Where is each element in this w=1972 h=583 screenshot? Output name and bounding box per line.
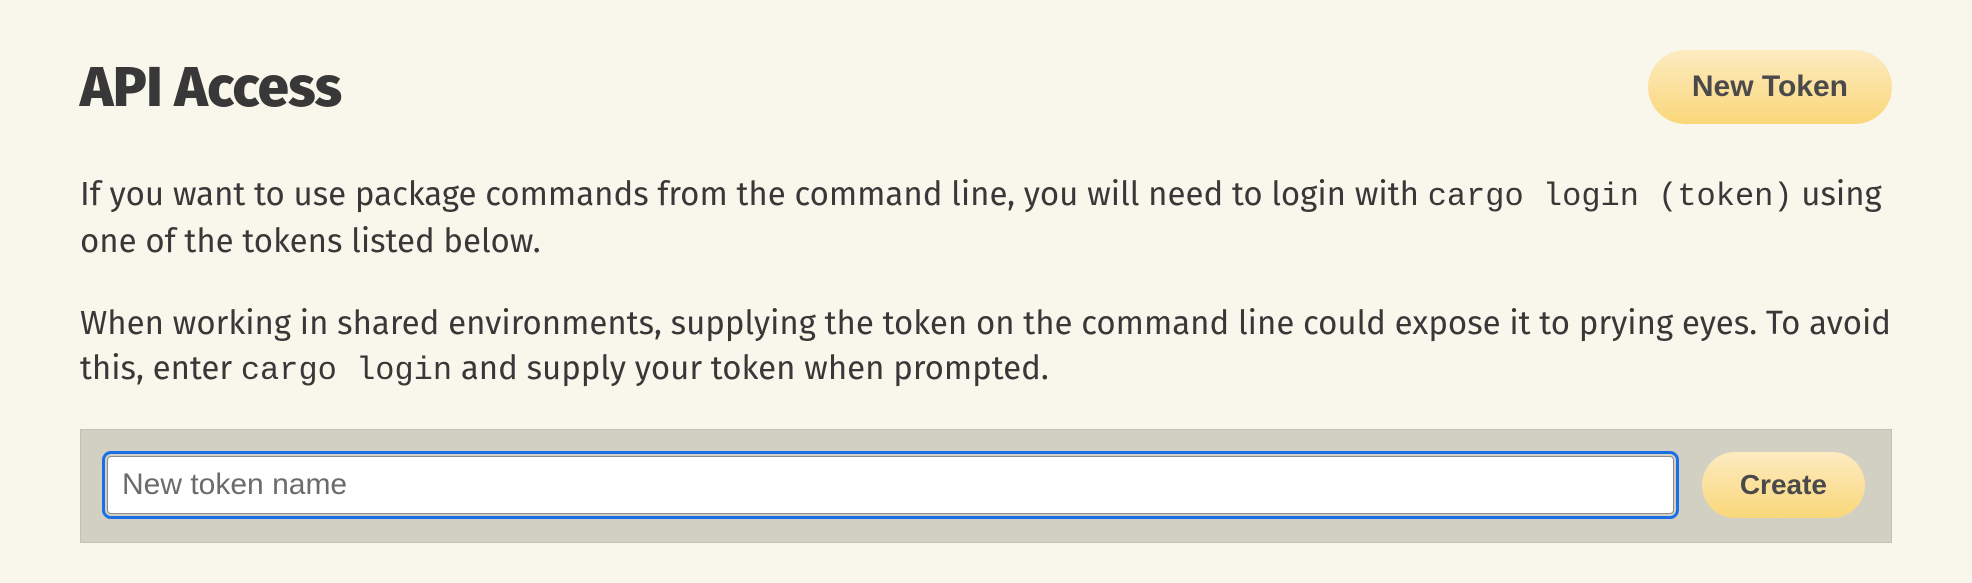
desc1-text-a: If you want to use package commands from… (80, 174, 1428, 214)
section-title: API Access (80, 54, 342, 121)
desc1-code: cargo login (token) (1428, 178, 1793, 215)
token-name-input[interactable] (107, 456, 1674, 514)
description-paragraph-1: If you want to use package commands from… (80, 172, 1892, 265)
desc2-text-b: and supply your token when prompted. (452, 348, 1049, 388)
description-paragraph-2: When working in shared environments, sup… (80, 301, 1892, 394)
new-token-form: Create (80, 429, 1892, 543)
section-header-row: API Access New Token (80, 50, 1892, 124)
api-access-section: API Access New Token If you want to use … (0, 0, 1972, 583)
new-token-button[interactable]: New Token (1648, 50, 1892, 124)
create-token-button[interactable]: Create (1702, 452, 1865, 518)
desc2-code: cargo login (241, 352, 452, 389)
